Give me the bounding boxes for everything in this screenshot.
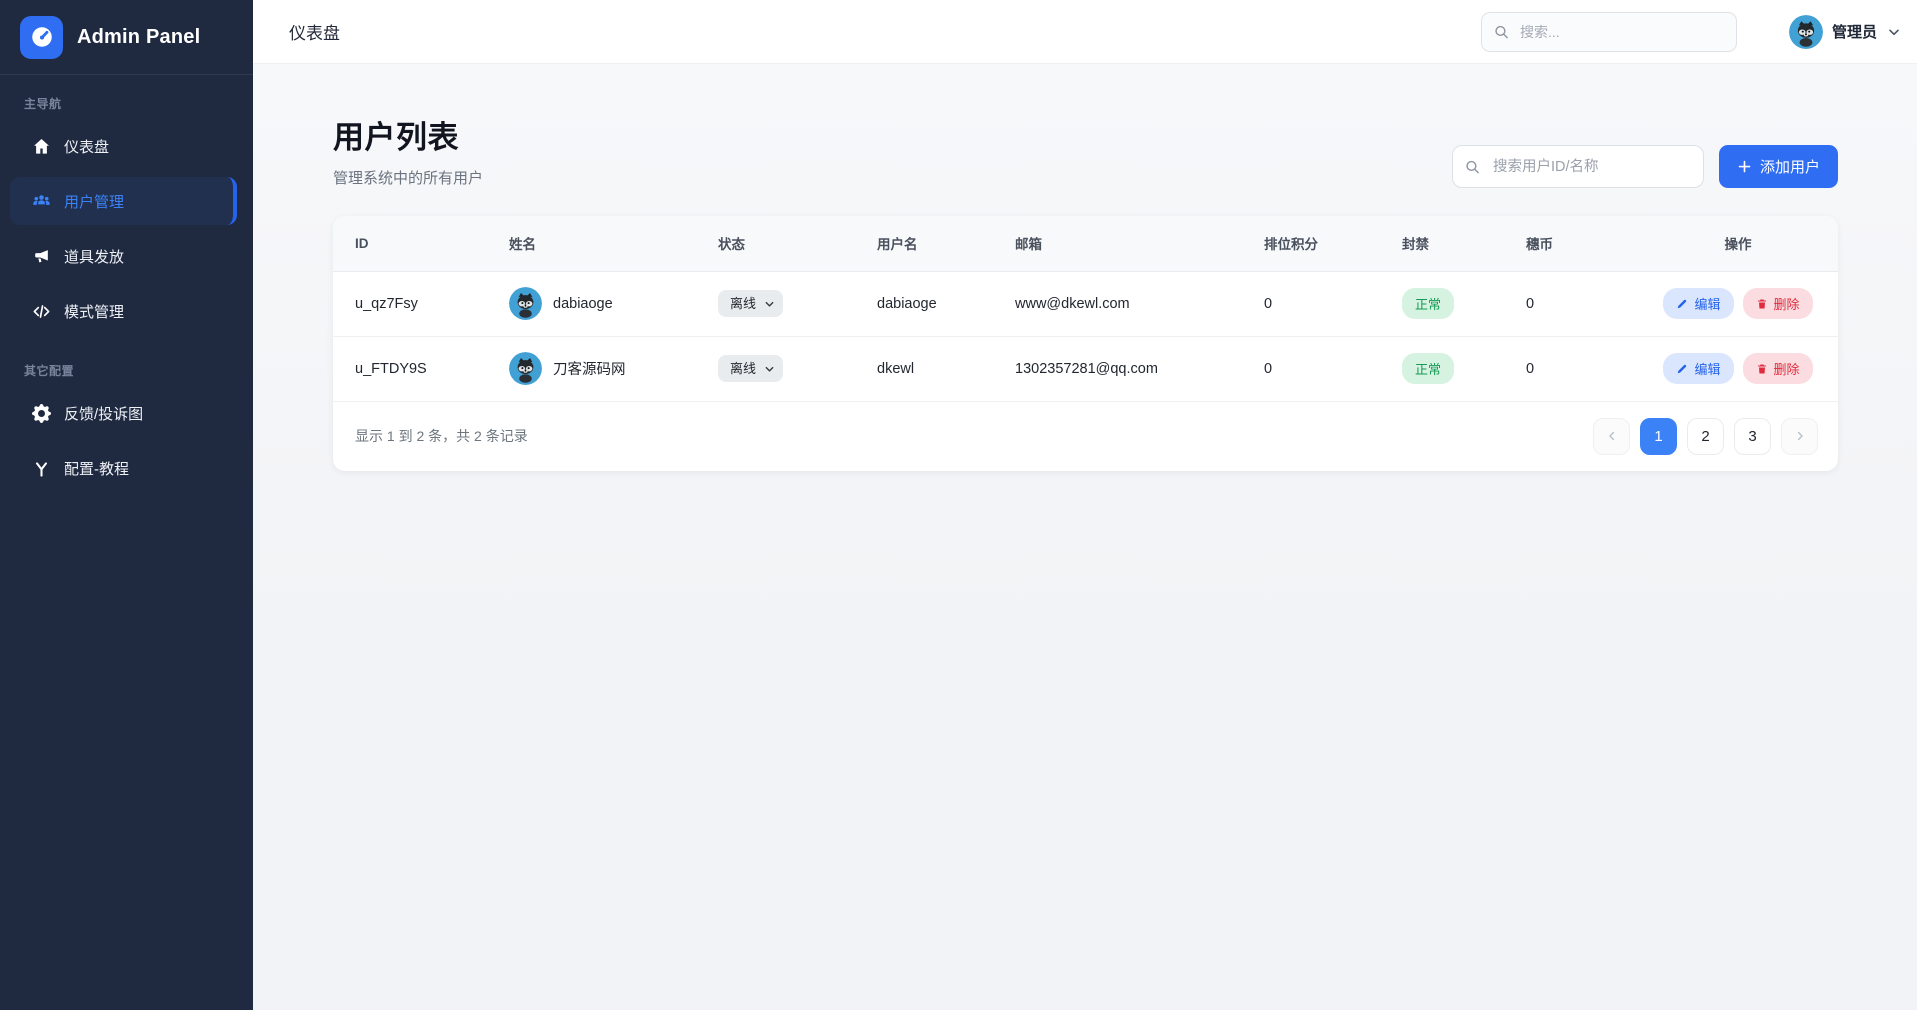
cell-points: 0 [1264, 271, 1402, 336]
cell-email: www@dkewl.com [1015, 271, 1264, 336]
pagination-page-2[interactable]: 2 [1687, 418, 1724, 455]
delete-button[interactable]: 删除 [1743, 288, 1813, 319]
pagination-page-1[interactable]: 1 [1640, 418, 1677, 455]
main-column: 仪表盘 管理员 用户列表 管理系统中的所有用 [253, 0, 1917, 1010]
sidebar-item-feedback[interactable]: 反馈/投诉图 [10, 389, 237, 437]
pagination-next[interactable] [1781, 418, 1818, 455]
cell-email: 1302357281@qq.com [1015, 336, 1264, 401]
cell-coins: 0 [1526, 271, 1638, 336]
sidebar-item-dashboard[interactable]: 仪表盘 [10, 122, 237, 170]
status-select[interactable]: 离线 [718, 355, 783, 382]
branch-icon [31, 458, 51, 478]
cell-username: dabiaoge [877, 271, 1015, 336]
cell-points: 0 [1264, 336, 1402, 401]
cell-id: u_qz7Fsy [333, 271, 509, 336]
row-avatar [509, 287, 542, 320]
brand: Admin Panel [0, 0, 253, 75]
content-area: 用户列表 管理系统中的所有用户 添加用户 [253, 64, 1917, 1010]
status-select[interactable]: 离线 [718, 290, 783, 317]
cell-username: dkewl [877, 336, 1015, 401]
sidebar-item-label: 配置-教程 [64, 458, 129, 479]
table-footer: 显示 1 到 2 条，共 2 条记录 1 2 3 [333, 402, 1838, 471]
sidebar-item-items[interactable]: 道具发放 [10, 232, 237, 280]
brand-title: Admin Panel [77, 26, 200, 49]
sidebar-item-label: 反馈/投诉图 [64, 403, 143, 424]
trash-icon [1756, 298, 1768, 310]
user-search [1452, 145, 1704, 188]
search-icon [1464, 158, 1481, 175]
add-user-label: 添加用户 [1760, 156, 1820, 177]
global-search [1481, 12, 1737, 52]
table-row: u_qz7Fsy dabiaoge 离线 [333, 271, 1838, 336]
column-header-id: ID [333, 216, 509, 271]
topbar: 仪表盘 管理员 [253, 0, 1917, 64]
pagination-page-3[interactable]: 3 [1734, 418, 1771, 455]
sidebar-item-config[interactable]: 配置-教程 [10, 444, 237, 492]
ban-status-badge: 正常 [1402, 353, 1454, 384]
global-search-input[interactable] [1481, 12, 1737, 52]
cell-coins: 0 [1526, 336, 1638, 401]
column-header-ban: 封禁 [1402, 216, 1526, 271]
table-header-row: ID 姓名 状态 用户名 邮箱 排位积分 封禁 穗币 操作 [333, 216, 1838, 271]
trash-icon [1756, 363, 1768, 375]
nav-section-label-main: 主导航 [0, 75, 253, 122]
page-header: 用户列表 管理系统中的所有用户 添加用户 [333, 112, 1838, 188]
user-menu[interactable]: 管理员 [1789, 15, 1902, 49]
cell-name: dabiaoge [553, 296, 613, 312]
user-table-card: ID 姓名 状态 用户名 邮箱 排位积分 封禁 穗币 操作 u_qz7Fsy [333, 216, 1838, 471]
sidebar-item-label: 道具发放 [64, 246, 124, 267]
pagination: 1 2 3 [1593, 418, 1818, 455]
plus-icon [1737, 159, 1752, 174]
gear-icon [31, 403, 51, 423]
chevron-down-icon [1886, 24, 1902, 40]
column-header-username: 用户名 [877, 216, 1015, 271]
row-avatar [509, 352, 542, 385]
column-header-actions: 操作 [1638, 216, 1838, 271]
cell-id: u_FTDY9S [333, 336, 509, 401]
search-icon [1493, 23, 1510, 40]
cell-name: 刀客源码网 [553, 358, 626, 379]
chevron-right-icon [1793, 429, 1807, 443]
nav-section-label-other: 其它配置 [0, 342, 253, 389]
user-table: ID 姓名 状态 用户名 邮箱 排位积分 封禁 穗币 操作 u_qz7Fsy [333, 216, 1838, 402]
topbar-title: 仪表盘 [289, 19, 340, 44]
sidebar-item-label: 模式管理 [64, 301, 124, 322]
user-avatar [1789, 15, 1823, 49]
column-header-name: 姓名 [509, 216, 718, 271]
sidebar: Admin Panel 主导航 仪表盘 用户管理 道具发放 [0, 0, 253, 1010]
sidebar-item-modes[interactable]: 模式管理 [10, 287, 237, 335]
column-header-points: 排位积分 [1264, 216, 1402, 271]
pencil-icon [1676, 363, 1688, 375]
user-name: 管理员 [1832, 21, 1877, 42]
table-row: u_FTDY9S 刀客源码网 离线 [333, 336, 1838, 401]
chevron-left-icon [1605, 429, 1619, 443]
edit-button[interactable]: 编辑 [1663, 353, 1733, 384]
delete-button[interactable]: 删除 [1743, 353, 1813, 384]
edit-button[interactable]: 编辑 [1663, 288, 1733, 319]
sidebar-item-users[interactable]: 用户管理 [10, 177, 237, 225]
page-subtitle: 管理系统中的所有用户 [333, 167, 483, 188]
column-header-coins: 穗币 [1526, 216, 1638, 271]
add-user-button[interactable]: 添加用户 [1719, 145, 1838, 188]
pencil-icon [1676, 298, 1688, 310]
home-icon [31, 136, 51, 156]
megaphone-icon [31, 246, 51, 266]
page-title: 用户列表 [333, 112, 483, 157]
sidebar-item-label: 仪表盘 [64, 136, 109, 157]
user-search-input[interactable] [1452, 145, 1704, 188]
sidebar-item-label: 用户管理 [64, 191, 124, 212]
users-icon [31, 191, 51, 211]
pagination-prev[interactable] [1593, 418, 1630, 455]
column-header-status: 状态 [718, 216, 877, 271]
ban-status-badge: 正常 [1402, 288, 1454, 319]
gauge-icon [20, 16, 63, 59]
code-icon [31, 301, 51, 321]
column-header-email: 邮箱 [1015, 216, 1264, 271]
record-count-text: 显示 1 到 2 条，共 2 条记录 [355, 426, 528, 446]
